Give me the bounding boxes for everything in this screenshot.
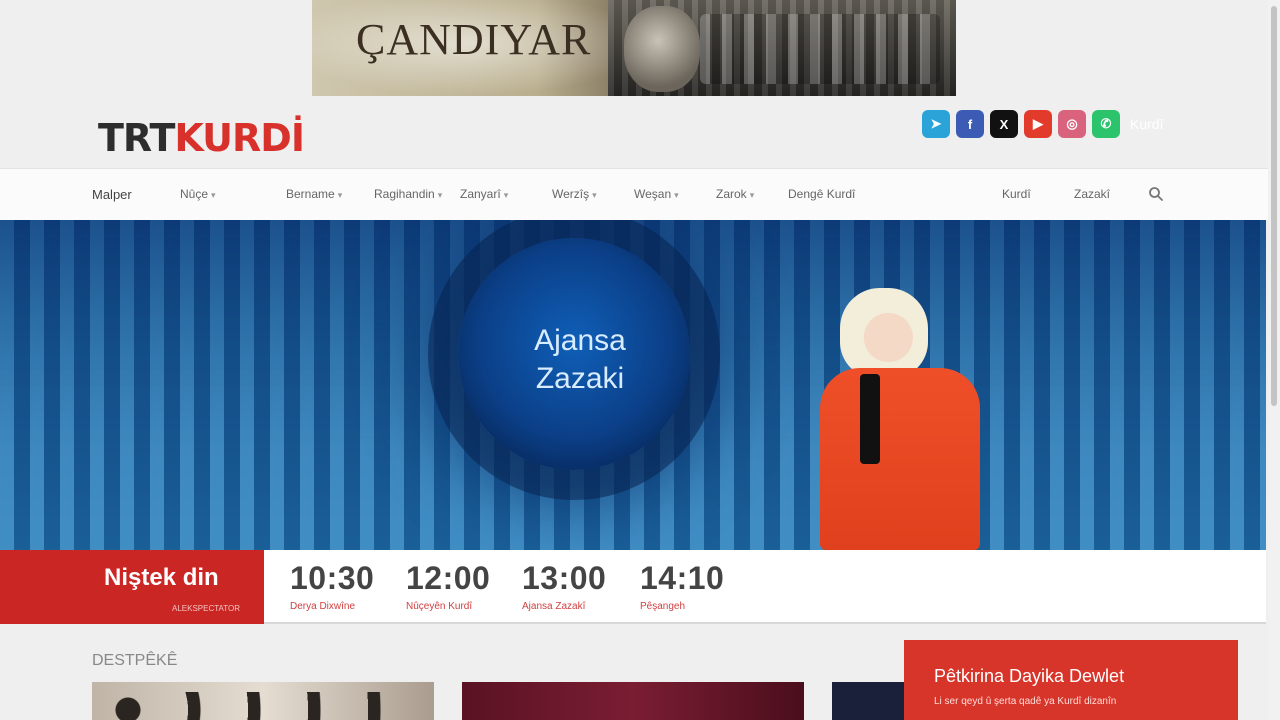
nav-item-label: Bername bbox=[286, 187, 335, 201]
show-title-line-2: Zazaki bbox=[535, 362, 625, 395]
nav-item[interactable]: Weşan ▾ bbox=[634, 187, 679, 201]
nav-item-label: Werzîş bbox=[552, 187, 590, 201]
facebook-icon[interactable]: f bbox=[956, 110, 984, 138]
up-next-box[interactable]: Niştek din ALEKSPECTATOR bbox=[0, 550, 264, 624]
up-next-subtitle: ALEKSPECTATOR bbox=[172, 604, 241, 613]
page-scrollbar[interactable] bbox=[1268, 0, 1280, 720]
trt-kurdi-logo[interactable]: TRTKURDİ bbox=[98, 116, 305, 160]
news-thumbnail[interactable] bbox=[92, 682, 434, 720]
schedule-slot[interactable]: 10:30 Derya Dixwîne bbox=[290, 560, 374, 612]
chevron-down-icon: ▾ bbox=[337, 190, 343, 200]
presenter-body bbox=[820, 368, 980, 550]
instagram-icon[interactable]: ◎ bbox=[1058, 110, 1086, 138]
news-thumbnail[interactable] bbox=[832, 682, 912, 720]
chevron-down-icon: ▾ bbox=[592, 190, 597, 200]
chevron-down-icon: ▾ bbox=[211, 190, 216, 200]
slot-program: Pêşangeh bbox=[640, 601, 686, 612]
chevron-down-icon: ▾ bbox=[437, 190, 443, 200]
news-thumbnail[interactable] bbox=[462, 682, 804, 720]
chevron-down-icon: ▾ bbox=[749, 190, 755, 200]
ad-title: ÇANDIYAR bbox=[356, 15, 592, 64]
nav-item-label: Malper bbox=[92, 187, 132, 202]
thumbnail-people-image bbox=[112, 692, 412, 720]
presenter-image bbox=[820, 282, 980, 550]
nav-item[interactable]: Werzîş ▾ bbox=[552, 187, 597, 201]
slot-program: Ajansa Zazakî bbox=[522, 601, 586, 612]
logo-trt-text: TRT bbox=[98, 116, 175, 160]
nav-item[interactable]: Dengê Kurdî bbox=[788, 187, 855, 201]
broadcast-schedule: Niştek din ALEKSPECTATOR 10:30 Derya Dix… bbox=[0, 550, 1266, 624]
nav-item-label: Dengê Kurdî bbox=[788, 187, 856, 201]
section-label: DESTPÊKÊ bbox=[92, 652, 178, 669]
schedule-slot[interactable]: 12:00 Nûçeyên Kurdî bbox=[406, 560, 490, 612]
top-ad-area: ÇANDIYAR bbox=[0, 0, 1280, 100]
youtube-icon[interactable]: ▶ bbox=[1024, 110, 1052, 138]
ad-banner[interactable]: ÇANDIYAR bbox=[312, 0, 956, 96]
slot-time: 13:00 bbox=[522, 560, 607, 596]
language-switch[interactable]: Kurdî bbox=[1130, 116, 1163, 132]
nav-item-label: Zanyarî bbox=[460, 187, 501, 201]
nav-item-label: Weşan bbox=[634, 187, 672, 201]
search-icon[interactable] bbox=[1148, 186, 1164, 202]
show-title-line-1: Ajansa bbox=[534, 324, 626, 357]
nav-item[interactable]: Ragihandin ▾ bbox=[374, 187, 442, 201]
ad-crowd-image bbox=[700, 14, 940, 84]
hero-banner[interactable]: Ajansa Zazaki bbox=[0, 220, 1266, 550]
nav-item-label: Zarok bbox=[716, 187, 747, 201]
promo-title: Pêtkirina Dayika Dewlet bbox=[934, 666, 1125, 686]
nav-item[interactable]: Zarok ▾ bbox=[716, 187, 754, 201]
schedule-slot[interactable]: 14:10 Pêşangeh bbox=[640, 560, 724, 612]
site-header: TRTKURDİ ➤ f X ▶ ◎ ✆ Kurdî bbox=[0, 100, 1280, 166]
nav-item[interactable]: Malper bbox=[92, 187, 132, 202]
nav-item[interactable]: Zazakî bbox=[1074, 187, 1110, 201]
nav-item[interactable]: Bername ▾ bbox=[286, 187, 342, 201]
promo-subtitle: Li ser qeyd û şerta qadê ya Kurdî dizanî… bbox=[934, 696, 1117, 707]
presenter-head bbox=[840, 288, 928, 378]
nav-item-label: Nûçe bbox=[180, 187, 209, 201]
nav-item-label: Ragihandin bbox=[374, 187, 435, 201]
slot-time: 10:30 bbox=[290, 560, 375, 596]
chevron-down-icon: ▾ bbox=[674, 190, 679, 200]
telegram-icon[interactable]: ➤ bbox=[922, 110, 950, 138]
nav-item[interactable]: Kurdî bbox=[1002, 187, 1031, 201]
chevron-down-icon: ▾ bbox=[503, 190, 509, 200]
slot-time: 12:00 bbox=[406, 560, 491, 596]
social-links: ➤ f X ▶ ◎ ✆ bbox=[922, 110, 1120, 138]
main-navigation: Malper Nûçe ▾ Bername ▾ Ragihandin ▾ Zanyarî ▾ We… bbox=[0, 168, 1268, 220]
nav-item-label: Zazakî bbox=[1074, 187, 1111, 201]
whatsapp-icon[interactable]: ✆ bbox=[1092, 110, 1120, 138]
logo-kurdi-text: KURDİ bbox=[174, 116, 305, 160]
nav-item-label: Kurdî bbox=[1002, 187, 1031, 201]
hero-show-title: Ajansa Zazaki bbox=[505, 322, 655, 398]
schedule-slot[interactable]: 13:00 Ajansa Zazakî bbox=[522, 560, 606, 612]
slot-program: Nûçeyên Kurdî bbox=[406, 601, 473, 612]
slot-time: 14:10 bbox=[640, 560, 725, 596]
ad-portrait-image bbox=[624, 6, 700, 92]
scrollbar-thumb[interactable] bbox=[1271, 6, 1277, 406]
promo-card[interactable]: Pêtkirina Dayika Dewlet Li ser qeyd û şe… bbox=[904, 640, 1238, 720]
up-next-title: Niştek din bbox=[104, 564, 219, 591]
nav-item[interactable]: Zanyarî ▾ bbox=[460, 187, 508, 201]
nav-item[interactable]: Nûçe ▾ bbox=[180, 187, 216, 201]
x-icon[interactable]: X bbox=[990, 110, 1018, 138]
slot-program: Derya Dixwîne bbox=[290, 601, 356, 612]
